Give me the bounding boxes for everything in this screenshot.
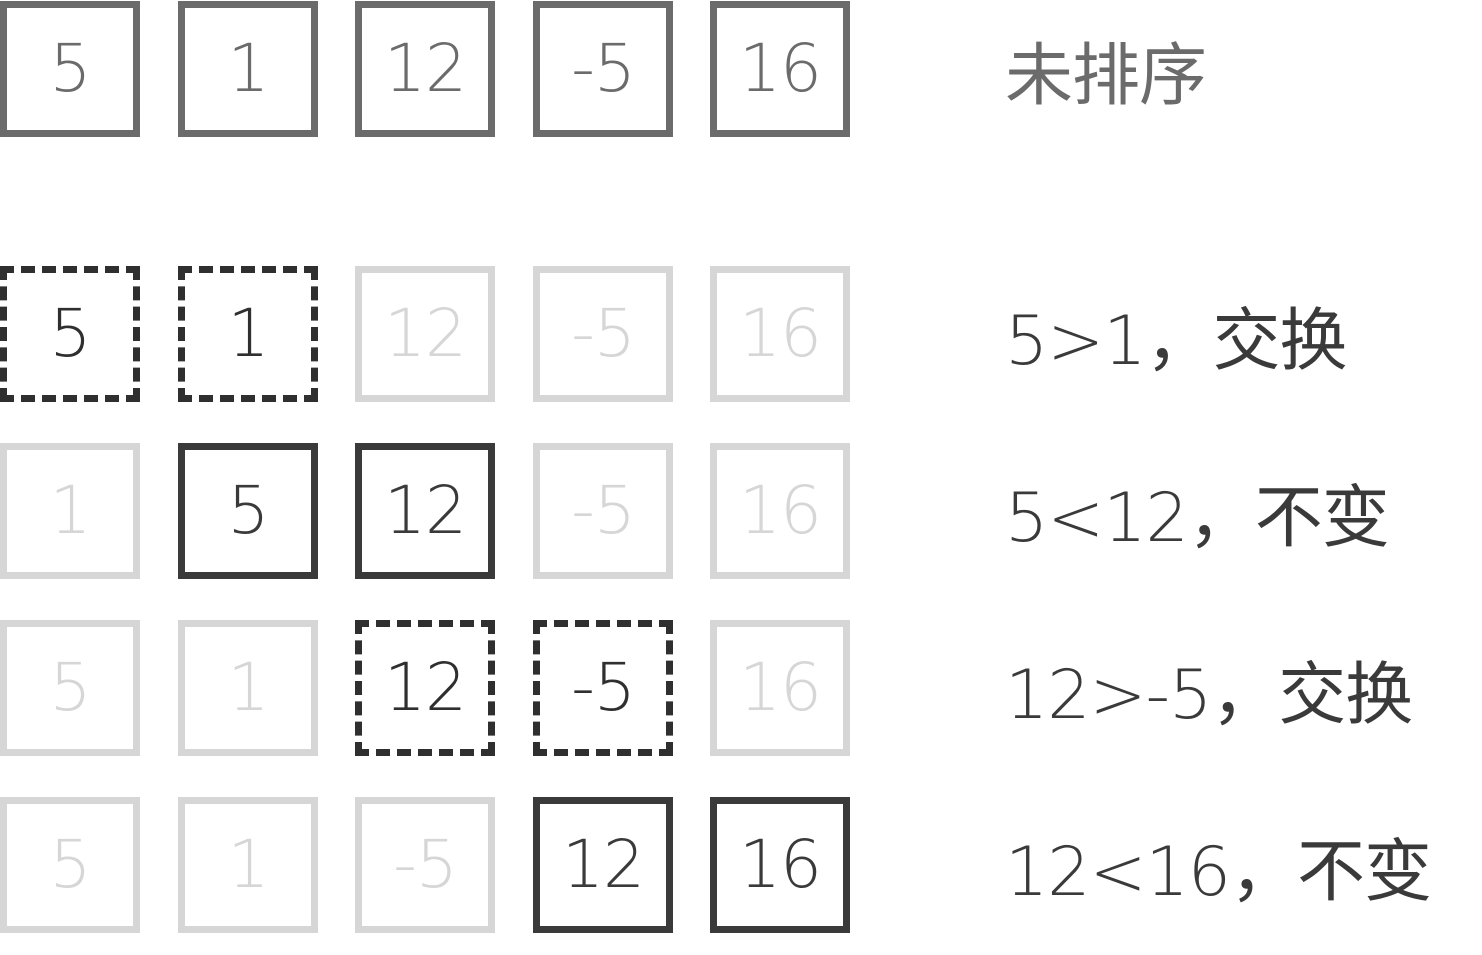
array-cell-keep: 12 (533, 797, 673, 933)
array-cell-faded: 16 (710, 266, 850, 402)
array-cell-faded: 16 (710, 620, 850, 756)
array-cell-keep: 16 (710, 797, 850, 933)
step-row-3: 5 1 12 -5 16 12>-5，交换 (0, 620, 1482, 756)
array-cell-faded: 12 (355, 266, 495, 402)
array-cell-initial: 16 (710, 1, 850, 137)
array-cell-initial: 1 (178, 1, 318, 137)
array-cell-swap: 1 (178, 266, 318, 402)
array-cell-swap: -5 (533, 620, 673, 756)
unsorted-row: 5 1 12 -5 16 未排序 (0, 1, 1482, 137)
step-row-1: 5 1 12 -5 16 5>1，交换 (0, 266, 1482, 402)
array-cell-keep: 12 (355, 443, 495, 579)
array-cell-faded: 1 (178, 620, 318, 756)
step-caption: 5<12，不变 (1005, 478, 1390, 558)
array-cell-initial: -5 (533, 1, 673, 137)
array-cell-faded: -5 (533, 443, 673, 579)
array-cell-initial: 5 (0, 1, 140, 137)
array-cell-keep: 5 (178, 443, 318, 579)
step-row-4: 5 1 -5 12 16 12<16，不变 (0, 797, 1482, 933)
step-row-2: 1 5 12 -5 16 5<12，不变 (0, 443, 1482, 579)
step-caption: 12>-5，交换 (1005, 655, 1413, 735)
array-cell-faded: 1 (178, 797, 318, 933)
step-caption: 12<16，不变 (1005, 832, 1432, 912)
unsorted-label: 未排序 (1005, 36, 1207, 116)
array-cell-swap: 12 (355, 620, 495, 756)
array-cell-faded: -5 (533, 266, 673, 402)
array-cell-faded: 1 (0, 443, 140, 579)
array-cell-faded: 16 (710, 443, 850, 579)
step-caption: 5>1，交换 (1005, 301, 1348, 381)
array-cell-initial: 12 (355, 1, 495, 137)
array-cell-faded: -5 (355, 797, 495, 933)
array-cell-swap: 5 (0, 266, 140, 402)
array-cell-faded: 5 (0, 620, 140, 756)
array-cell-faded: 5 (0, 797, 140, 933)
